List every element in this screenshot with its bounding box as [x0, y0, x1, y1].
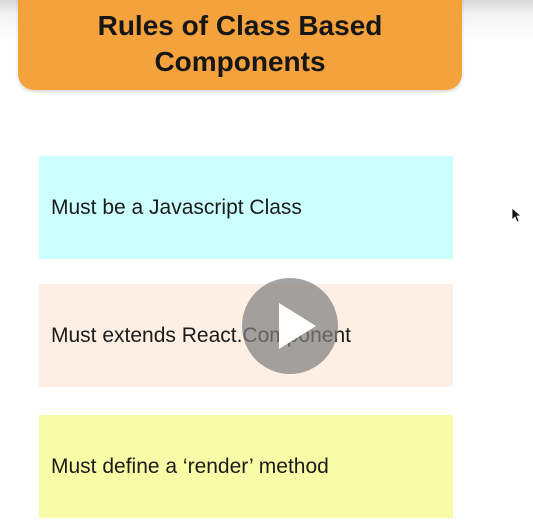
rule-text-render: Must define a ‘render’ method [51, 454, 329, 478]
rule-text-class: Must be a Javascript Class [51, 195, 302, 219]
play-icon [279, 303, 316, 349]
play-button[interactable] [242, 278, 338, 374]
mouse-cursor-icon [511, 207, 523, 224]
slide: Rules of Class Based Components Must be … [0, 0, 533, 520]
slide-title: Rules of Class Based Components [75, 8, 405, 80]
title-banner: Rules of Class Based Components [18, 0, 462, 90]
rule-box-render: Must define a ‘render’ method [39, 415, 453, 518]
slide-title-line-1: Rules of Class Based [97, 10, 383, 41]
rule-box-class: Must be a Javascript Class [39, 156, 453, 259]
slide-title-line-2: Components [154, 46, 326, 77]
